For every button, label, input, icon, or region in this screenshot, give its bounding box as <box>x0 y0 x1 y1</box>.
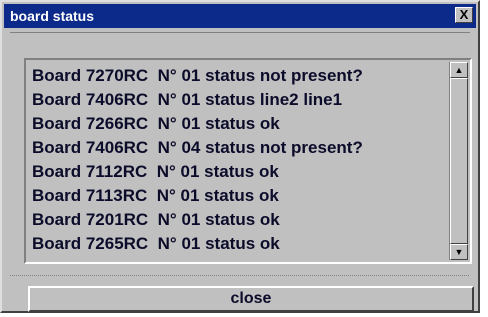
down-arrow-icon: ▼ <box>454 247 464 257</box>
list-item[interactable]: Board 7113RC N° 01 status ok <box>32 184 444 208</box>
scroll-down-button[interactable]: ▼ <box>450 244 468 260</box>
close-button[interactable]: close <box>28 286 474 312</box>
up-arrow-icon: ▲ <box>454 65 464 75</box>
title-bar[interactable]: board status X <box>4 4 476 28</box>
list-item[interactable]: Board 7406RC N° 04 status not present? <box>32 136 444 160</box>
list-item[interactable]: Board 7266RC N° 01 status ok <box>32 112 444 136</box>
scroll-up-button[interactable]: ▲ <box>450 62 468 78</box>
close-icon[interactable]: X <box>455 7 473 23</box>
window-title: board status <box>10 8 95 24</box>
list-item[interactable]: Board 7201RC N° 01 status ok <box>32 208 444 232</box>
board-status-window: board status X Board 7270RC N° 01 status… <box>0 0 480 313</box>
title-separator <box>10 32 470 33</box>
status-listbox[interactable]: Board 7270RC N° 01 status not present? B… <box>24 58 472 264</box>
list-item[interactable]: Board 7406RC N° 01 status line2 line1 <box>32 88 444 112</box>
list-item[interactable]: Board 7265RC N° 01 status ok <box>32 232 444 256</box>
list-item[interactable]: Board 7270RC N° 01 status not present? <box>32 64 444 88</box>
scroll-track[interactable] <box>450 78 468 244</box>
footer-divider <box>10 275 470 276</box>
list-item[interactable]: Board 7112RC N° 01 status ok <box>32 160 444 184</box>
scroll-thumb[interactable] <box>450 78 468 244</box>
status-list: Board 7270RC N° 01 status not present? B… <box>32 64 444 260</box>
vertical-scrollbar[interactable]: ▲ ▼ <box>449 62 468 260</box>
